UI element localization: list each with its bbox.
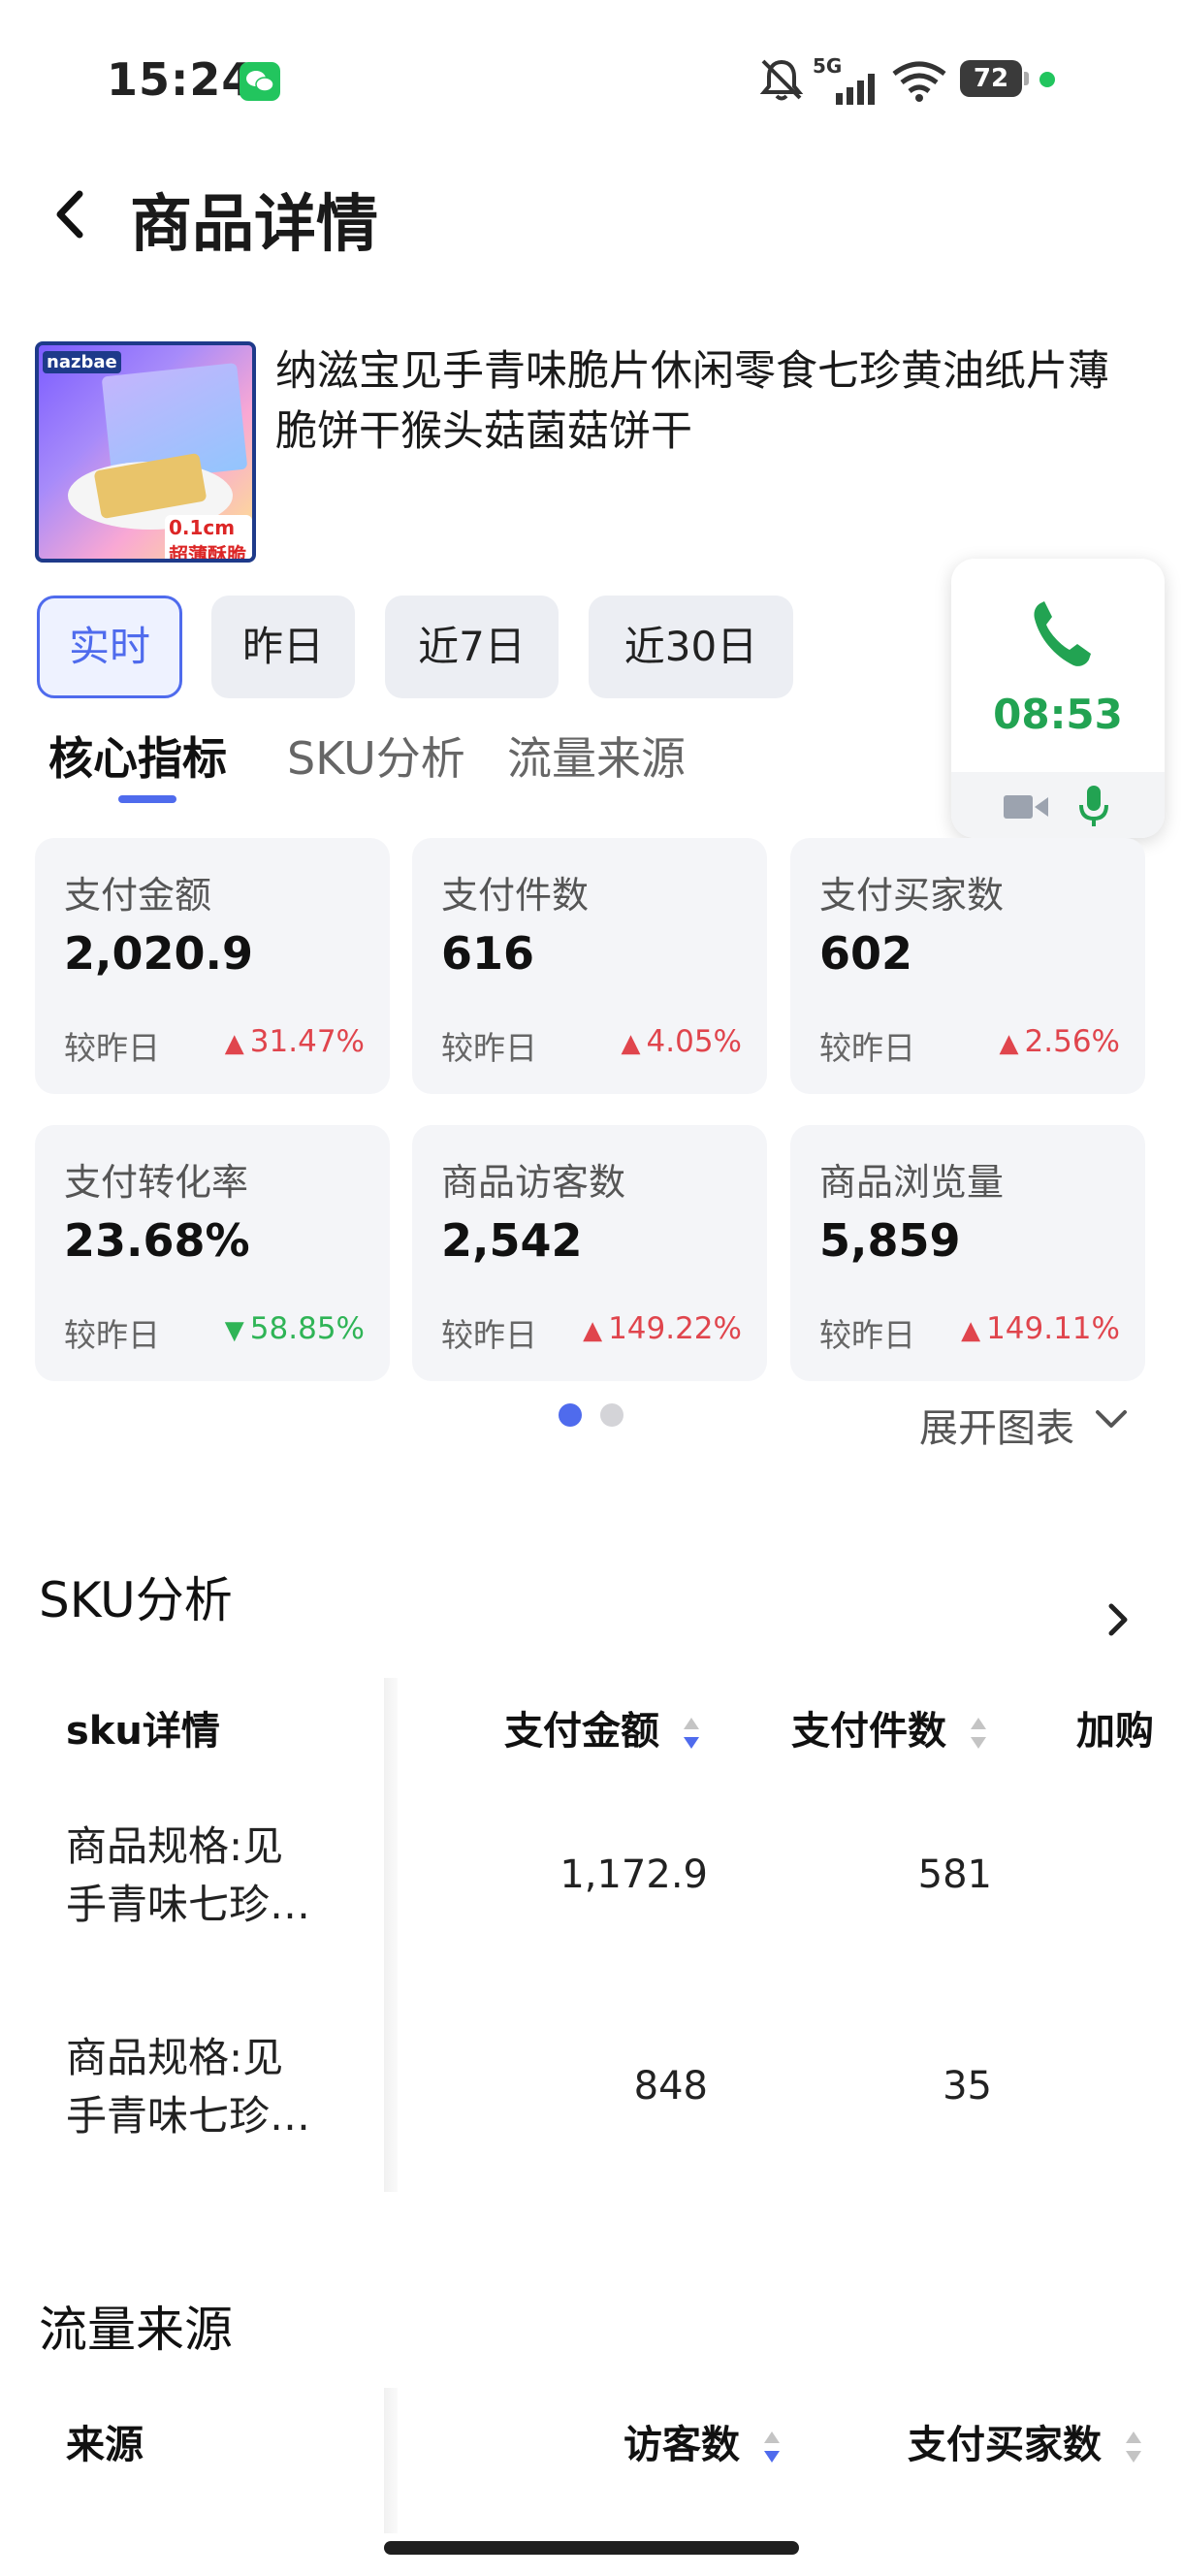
metric-value: 602 <box>819 927 913 980</box>
metric-label: 商品浏览量 <box>819 1161 1005 1204</box>
sku-row-spec[interactable]: 商品规格:见 手青味七珍… <box>66 1818 310 1934</box>
call-duration: 08:53 <box>993 691 1123 738</box>
sku-row-count: 581 <box>917 1852 992 1897</box>
metric-compare-label: 较昨日 <box>441 1029 537 1067</box>
traffic-header-visitors[interactable]: 访客数 <box>623 2413 781 2469</box>
home-indicator[interactable] <box>384 2541 799 2555</box>
metric-compare-label: 较昨日 <box>64 1316 160 1354</box>
metric-change: ▲ 31.47% <box>224 1024 365 1059</box>
microphone-icon[interactable] <box>1077 786 1110 828</box>
sku-header-amount[interactable]: 支付金额 <box>504 1699 700 1755</box>
date-tab-7days[interactable]: 近7日 <box>385 596 559 698</box>
metric-card-conversion-rate[interactable]: 支付转化率 23.68% 较昨日 ▼ 58.85% <box>35 1125 390 1381</box>
tab-traffic-source[interactable]: 流量来源 <box>507 724 686 788</box>
metric-card-visitors[interactable]: 商品访客数 2,542 较昨日 ▲ 149.22% <box>412 1125 767 1381</box>
tab-sku-analysis[interactable]: SKU分析 <box>287 724 465 788</box>
chevron-down-icon[interactable] <box>1094 1408 1129 1432</box>
product-brand-logo: nazbae <box>43 351 121 373</box>
privacy-indicator-dot <box>1039 72 1055 87</box>
metric-change: ▲ 149.22% <box>583 1311 742 1346</box>
metric-card-payment-buyers[interactable]: 支付买家数 602 较昨日 ▲ 2.56% <box>790 838 1145 1094</box>
table-sticky-divider <box>384 1678 398 2192</box>
metric-card-payment-amount[interactable]: 支付金额 2,020.9 较昨日 ▲ 31.47% <box>35 838 390 1094</box>
floating-call-widget[interactable]: 08:53 <box>951 559 1165 838</box>
phone-icon[interactable] <box>1027 597 1095 671</box>
down-triangle-icon: ▼ <box>224 1316 244 1345</box>
metric-compare-label: 较昨日 <box>64 1029 160 1067</box>
status-time: 15:24 <box>107 53 254 106</box>
sku-row-amount: 848 <box>633 2064 708 2109</box>
up-triangle-icon: ▲ <box>621 1029 641 1058</box>
date-tab-yesterday[interactable]: 昨日 <box>211 596 355 698</box>
sku-row-count: 35 <box>943 2064 992 2109</box>
battery-icon: 72 <box>960 60 1029 97</box>
sort-icon[interactable] <box>763 2430 781 2464</box>
status-bar: 15:24 5G 72 <box>0 0 1183 145</box>
sku-row-spec[interactable]: 商品规格:见 手青味七珍… <box>66 2029 310 2145</box>
product-image-tag: 0.1cm超薄酥脆 <box>165 515 252 559</box>
wechat-icon <box>240 62 280 101</box>
product-name: 纳滋宝见手青味脆片休闲零食七珍黄油纸片薄脆饼干猴头菇菌菇饼干 <box>275 347 1109 456</box>
mute-bell-icon <box>759 59 804 101</box>
product-image[interactable]: nazbae 0.1cm超薄酥脆 <box>35 341 256 563</box>
tab-core-metrics[interactable]: 核心指标 <box>48 724 227 788</box>
metric-value: 2,020.9 <box>64 927 253 980</box>
sku-header-count[interactable]: 支付件数 <box>791 1699 987 1755</box>
metric-change: ▼ 58.85% <box>224 1311 365 1346</box>
metric-value: 2,542 <box>441 1214 583 1267</box>
up-triangle-icon: ▲ <box>583 1316 603 1345</box>
date-tab-realtime[interactable]: 实时 <box>37 596 182 698</box>
date-tab-30days[interactable]: 近30日 <box>589 596 793 698</box>
metric-label: 支付转化率 <box>64 1161 249 1204</box>
traffic-header-buyers[interactable]: 支付买家数 <box>908 2413 1142 2469</box>
up-triangle-icon: ▲ <box>961 1316 981 1345</box>
metric-label: 商品访客数 <box>441 1161 626 1204</box>
metric-change: ▲ 4.05% <box>621 1024 742 1059</box>
back-arrow-icon[interactable] <box>47 182 95 246</box>
traffic-header-source: 来源 <box>66 2423 144 2467</box>
metric-value: 616 <box>441 927 535 980</box>
wifi-icon <box>892 61 946 102</box>
page-dot-active[interactable] <box>559 1403 582 1427</box>
metric-label: 支付金额 <box>64 874 212 917</box>
active-tab-indicator <box>118 795 176 803</box>
metric-label: 支付件数 <box>441 874 590 917</box>
metric-compare-label: 较昨日 <box>819 1316 915 1354</box>
metric-label: 支付买家数 <box>819 874 1005 917</box>
sku-row-amount: 1,172.9 <box>560 1852 708 1897</box>
metric-card-payment-count[interactable]: 支付件数 616 较昨日 ▲ 4.05% <box>412 838 767 1094</box>
up-triangle-icon: ▲ <box>224 1029 244 1058</box>
sort-icon[interactable] <box>970 1716 987 1751</box>
sku-section-title: SKU分析 <box>39 1572 233 1628</box>
metric-value: 23.68% <box>64 1214 250 1267</box>
metric-card-pageviews[interactable]: 商品浏览量 5,859 较昨日 ▲ 149.11% <box>790 1125 1145 1381</box>
metric-change: ▲ 2.56% <box>999 1024 1120 1059</box>
expand-chart-button[interactable]: 展开图表 <box>919 1397 1074 1453</box>
metric-value: 5,859 <box>819 1214 961 1267</box>
traffic-section-title: 流量来源 <box>39 2302 233 2358</box>
sort-icon[interactable] <box>1125 2430 1142 2464</box>
sku-header-detail: sku详情 <box>66 1709 220 1754</box>
page-title: 商品详情 <box>130 189 378 261</box>
metric-compare-label: 较昨日 <box>819 1029 915 1067</box>
status-icons: 5G 72 <box>756 54 1183 105</box>
metric-change: ▲ 149.11% <box>961 1311 1120 1346</box>
call-controls <box>951 772 1165 838</box>
metric-compare-label: 较昨日 <box>441 1316 537 1354</box>
video-camera-icon[interactable] <box>1004 793 1048 821</box>
signal-bars-icon <box>836 74 875 105</box>
table-sticky-divider <box>384 2388 398 2533</box>
sku-header-addcart: 加购 <box>1076 1709 1154 1754</box>
sort-icon[interactable] <box>683 1716 700 1751</box>
page-dot[interactable] <box>600 1403 623 1427</box>
chevron-right-icon[interactable] <box>1105 1600 1131 1639</box>
up-triangle-icon: ▲ <box>999 1029 1019 1058</box>
